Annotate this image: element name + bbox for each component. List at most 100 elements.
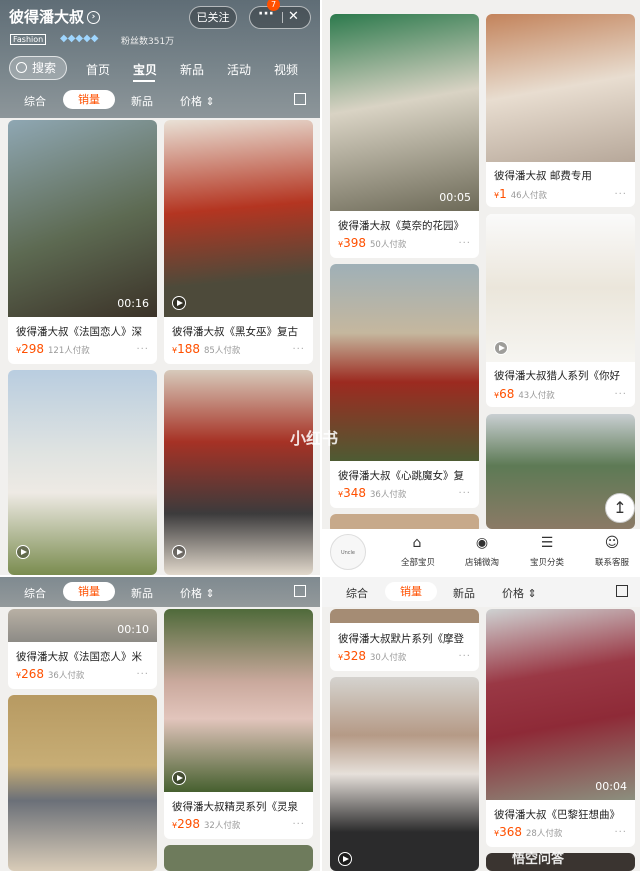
product-card[interactable] <box>164 845 313 871</box>
product-image <box>330 609 479 623</box>
product-card[interactable]: 彼得潘大叔 邮费专用 ¥1 46人付款 ··· <box>486 14 635 207</box>
sort-price[interactable]: 价格 ⇕ <box>502 585 537 601</box>
service-icon: ☺ <box>604 535 620 551</box>
xiaohongshu-watermark: 小红书 <box>290 429 339 448</box>
divider <box>282 12 283 23</box>
more-icon[interactable]: ··· <box>136 669 149 680</box>
diamond-rating-icon: ◆◆◆◆◆ <box>60 33 99 44</box>
product-price: ¥68 43人付款 <box>494 387 555 401</box>
sort-sales[interactable]: 销量 <box>63 582 115 601</box>
more-icon[interactable]: ··· <box>614 189 627 200</box>
product-card[interactable]: 彼得潘大叔猎人系列《你好 ¥68 43人付款 ··· <box>486 214 635 407</box>
product-card[interactable]: 00:04 彼得潘大叔《巴黎狂想曲》 ¥368 28人付款 ··· <box>486 609 635 847</box>
video-duration: 00:04 <box>595 780 627 793</box>
product-title: 彼得潘大叔《莫奈的花园》 <box>338 220 464 232</box>
search-icon <box>16 62 27 73</box>
back-to-top-button[interactable]: ↥ <box>605 493 635 523</box>
follow-button[interactable]: 已关注 <box>189 6 237 29</box>
nav-video[interactable]: 视频 <box>274 61 298 78</box>
product-title: 彼得潘大叔 邮费专用 <box>494 170 592 182</box>
sort-bar: 综合 销量 新品 价格 ⇕ <box>0 85 320 115</box>
grid-view-icon[interactable] <box>294 585 306 597</box>
product-card[interactable]: 彼得潘大叔默片系列《摩登 ¥328 30人付款 ··· <box>330 609 479 671</box>
sort-new[interactable]: 新品 <box>453 585 475 601</box>
sort-default[interactable]: 综合 <box>24 585 46 601</box>
customer-service-tab[interactable]: 联系客服 <box>595 556 629 568</box>
nav-new[interactable]: 新品 <box>180 61 204 78</box>
product-image <box>486 609 635 800</box>
product-image <box>8 120 157 317</box>
product-title: 彼得潘大叔《法国恋人》米 <box>16 651 142 663</box>
product-price: ¥398 50人付款 <box>338 236 407 250</box>
broadcast-icon: ◉ <box>475 535 489 551</box>
more-icon[interactable]: ··· <box>458 238 471 249</box>
play-icon[interactable] <box>172 771 186 785</box>
sort-new[interactable]: 新品 <box>131 93 153 109</box>
grid-view-icon[interactable] <box>294 93 306 105</box>
wukong-watermark: 悟空问答 <box>512 852 565 867</box>
chevron-right-icon: › <box>87 11 101 24</box>
sort-default[interactable]: 综合 <box>346 585 368 601</box>
more-icon[interactable]: ··· <box>614 827 627 838</box>
category-tab[interactable]: 宝贝分类 <box>530 556 564 568</box>
search-button[interactable]: 搜索 <box>9 56 67 80</box>
shop-logo[interactable]: Uncle Peterpan <box>330 534 366 570</box>
product-card[interactable] <box>8 370 157 575</box>
product-card[interactable] <box>164 370 313 575</box>
shop-page-top-right: 00:05 彼得潘大叔《莫奈的花园》 ¥398 50人付款 ··· 彼得潘大叔 邮… <box>322 0 640 575</box>
product-price: ¥298 121人付款 <box>16 342 90 356</box>
all-products-tab[interactable]: 全部宝贝 <box>401 556 435 568</box>
product-image <box>330 264 479 461</box>
product-card[interactable]: 00:05 彼得潘大叔《莫奈的花园》 ¥398 50人付款 ··· <box>330 14 479 258</box>
play-icon[interactable] <box>494 341 508 355</box>
product-card[interactable]: 彼得潘大叔《黑女巫》复古 ¥188 85人付款 ··· <box>164 120 313 364</box>
product-card[interactable]: 00:10 彼得潘大叔《法国恋人》米 ¥268 36人付款 ··· <box>8 609 157 689</box>
product-card[interactable]: 彼得潘大叔《心跳魔女》复 ¥348 36人付款 ··· <box>330 264 479 508</box>
product-card[interactable]: 彼得潘大叔精灵系列《灵泉 ¥298 32人付款 ··· <box>164 609 313 839</box>
bag-icon: ⌂ <box>412 535 422 551</box>
nav-activity[interactable]: 活动 <box>227 61 251 78</box>
product-price: ¥268 36人付款 <box>16 667 85 681</box>
sort-bar: 综合 销量 新品 价格 ⇕ <box>322 577 640 607</box>
close-icon[interactable]: ✕ <box>288 9 299 24</box>
play-icon[interactable] <box>172 545 186 559</box>
product-image <box>164 609 313 792</box>
more-icon[interactable]: ··· <box>458 488 471 499</box>
nav-products[interactable]: 宝贝 <box>133 61 157 78</box>
product-image <box>8 370 157 575</box>
more-icon[interactable]: ··· <box>458 651 471 662</box>
more-icon[interactable]: ··· <box>614 389 627 400</box>
product-card[interactable] <box>330 677 479 871</box>
product-title: 彼得潘大叔《法国恋人》深 <box>16 326 142 338</box>
shop-name[interactable]: 彼得潘大叔 › <box>9 6 101 27</box>
more-icon[interactable]: ··· <box>136 344 149 355</box>
notification-badge: 7 <box>267 0 280 11</box>
grid-view-icon[interactable] <box>616 585 628 597</box>
shop-page-bottom-left: 综合 销量 新品 价格 ⇕ 00:10 彼得潘大叔《法国恋人》米 ¥268 36人… <box>0 577 320 871</box>
video-duration: 00:16 <box>117 297 149 310</box>
sort-default[interactable]: 综合 <box>24 93 46 109</box>
sort-price[interactable]: 价格 ⇕ <box>180 93 215 109</box>
more-icon[interactable]: ··· <box>292 819 305 830</box>
sort-sales[interactable]: 销量 <box>63 90 115 109</box>
product-card[interactable] <box>8 695 157 871</box>
sort-new[interactable]: 新品 <box>131 585 153 601</box>
play-icon[interactable] <box>16 545 30 559</box>
product-title: 彼得潘大叔《心跳魔女》复 <box>338 470 464 482</box>
play-icon[interactable] <box>338 852 352 866</box>
product-price: ¥188 85人付款 <box>172 342 241 356</box>
more-icon[interactable]: ··· <box>292 344 305 355</box>
product-card[interactable]: 00:16 彼得潘大叔《法国恋人》深 ¥298 121人付款 ··· <box>8 120 157 364</box>
play-icon[interactable] <box>172 296 186 310</box>
product-price: ¥348 36人付款 <box>338 486 407 500</box>
product-image <box>164 120 313 317</box>
product-price: ¥328 30人付款 <box>338 649 407 663</box>
sort-price[interactable]: 价格 ⇕ <box>180 585 215 601</box>
nav-active-indicator <box>133 80 155 82</box>
product-image <box>486 14 635 162</box>
product-price: ¥1 46人付款 <box>494 187 548 201</box>
sort-sales[interactable]: 销量 <box>385 582 437 601</box>
shop-feed-tab[interactable]: 店铺微淘 <box>465 556 499 568</box>
nav-home[interactable]: 首页 <box>86 61 110 78</box>
product-title: 彼得潘大叔猎人系列《你好 <box>494 370 620 382</box>
